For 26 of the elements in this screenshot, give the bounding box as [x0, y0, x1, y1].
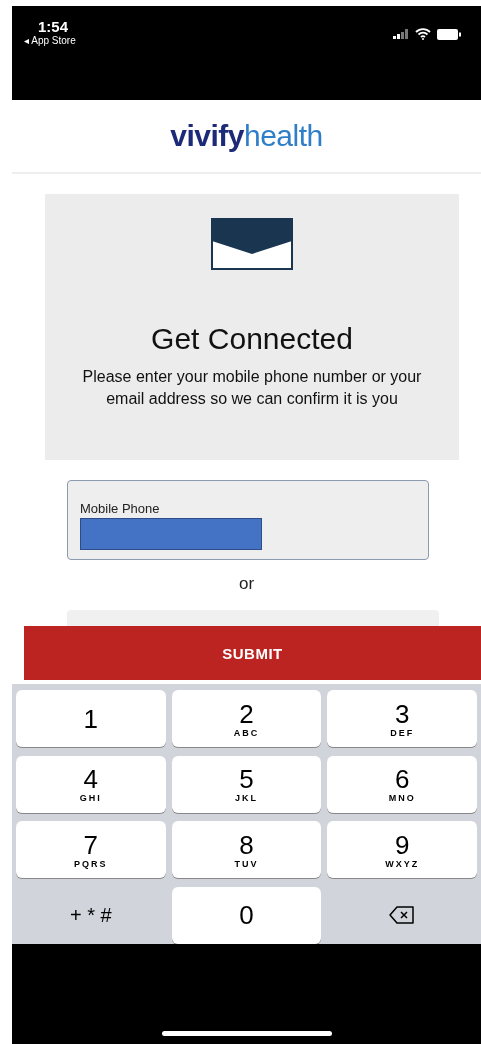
symbols-key[interactable]: + * # [16, 886, 166, 944]
keypad-key[interactable]: 9 WXYZ [327, 821, 477, 878]
keypad-key[interactable]: 8 TUV [171, 821, 322, 878]
brand-logo: vivifyhealth [170, 119, 323, 153]
or-separator: or [237, 574, 256, 594]
input-field[interactable] [67, 610, 439, 626]
card-title: Get Connected [151, 322, 353, 356]
backspace-icon [389, 906, 416, 924]
keypad-key[interactable]: 0 [171, 886, 322, 944]
submit-button[interactable]: SUBMIT [24, 626, 481, 680]
keypad-key[interactable]: 4 GHI [16, 755, 166, 813]
battery-icon [437, 28, 461, 40]
field-label: Mobile Phone [80, 501, 161, 516]
keypad-key[interactable]: 6 MNO [327, 755, 477, 813]
envelope-icon [211, 218, 293, 270]
clock-time: 1:54 [38, 18, 69, 35]
phone-input-field[interactable]: Mobile Phone [67, 480, 429, 560]
card-message: Please enter your mobile phone number or your email address so we can confirm it is you [81, 367, 423, 409]
keypad-key[interactable]: 2 ABC [171, 690, 322, 747]
keypad-key[interactable]: 5 JKL [171, 755, 322, 813]
keypad-key[interactable]: 3 DEF [327, 690, 477, 747]
keypad-key[interactable]: 1 [16, 690, 166, 747]
back-to-app-link[interactable]: ◂ App Store [24, 35, 76, 46]
signal-icon [393, 29, 409, 39]
wifi-icon [415, 28, 431, 40]
keypad-key[interactable]: 7 PQRS [16, 821, 166, 878]
